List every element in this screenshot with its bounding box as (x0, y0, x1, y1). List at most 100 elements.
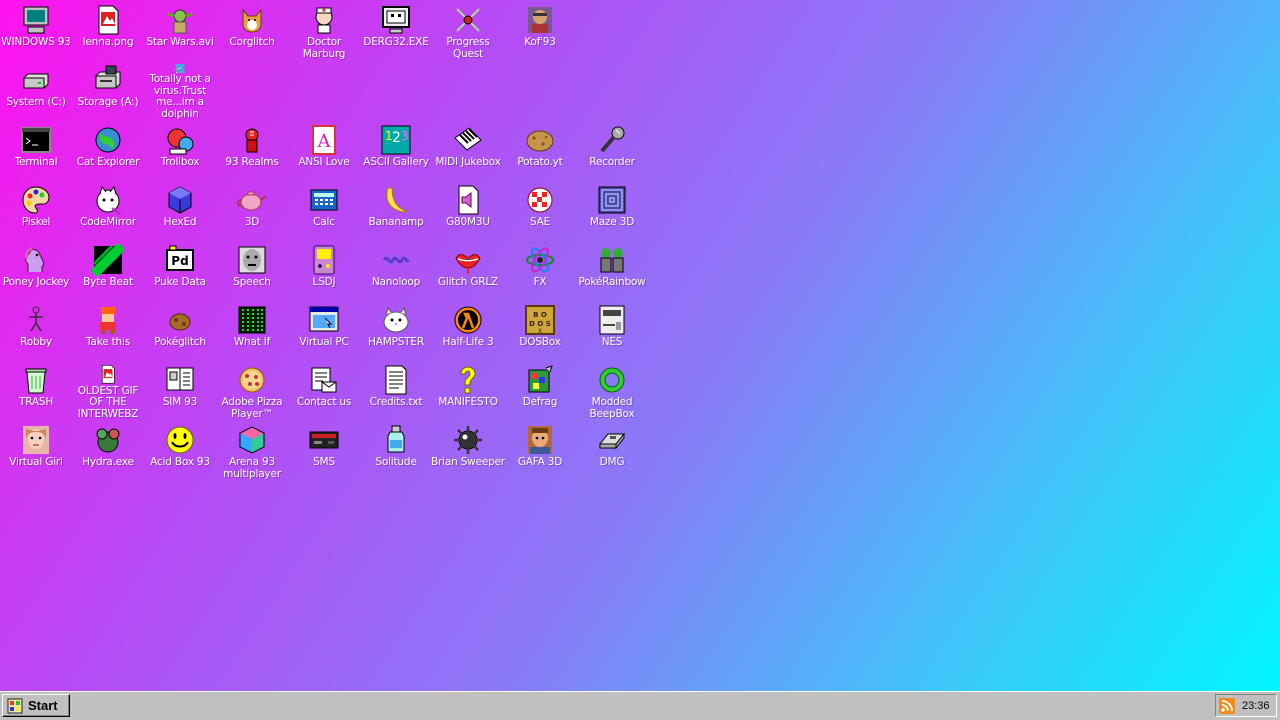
desktop-icon[interactable]: Pokéglitch (144, 300, 216, 360)
desktop-icon[interactable]: Potato.yt (504, 120, 576, 180)
desktop-icon[interactable]: Cat Explorer (72, 120, 144, 180)
desktop-icon[interactable]: Byte Beat (72, 240, 144, 300)
desktop-icon[interactable]: Adobe Pizza Player™ (216, 360, 288, 420)
desktop-icon-label: FX (533, 276, 547, 288)
desktop-icon[interactable]: HexEd (144, 180, 216, 240)
desktop-icon[interactable]: Terminal (0, 120, 72, 180)
desktop[interactable]: WINDOWS 93 lenna.png Star Wars.avi Corglitc… (0, 0, 1280, 691)
desktop-icon[interactable]: Pd Puke Data (144, 240, 216, 300)
desktop-icon[interactable]: Doctor Marburg (288, 0, 360, 60)
desktop-icon[interactable]: TRASH (0, 360, 72, 420)
banana-icon (386, 187, 409, 213)
desktop-icon-label: Progress Quest (446, 36, 490, 60)
svg-text:3: 3 (401, 129, 409, 143)
window-icon (309, 306, 339, 332)
desktop-icon[interactable]: Hydra.exe (72, 420, 144, 480)
start-button[interactable]: Start (2, 694, 70, 717)
desktop-icon[interactable]: Virtual Girl (0, 420, 72, 480)
yoda-icon (167, 9, 193, 34)
desktop-icon[interactable]: Glitch GRLZ (432, 240, 504, 300)
desktop-icon[interactable]: MANIFESTO (432, 360, 504, 420)
desktop-icon[interactable]: 93 Realms (216, 120, 288, 180)
desktop-icon[interactable]: DMG (576, 420, 648, 480)
desktop-icon-label: SAE (529, 216, 551, 228)
desktop-icon[interactable]: Poney Jockey (0, 240, 72, 300)
start-label: Start (28, 698, 58, 713)
desktop-icon[interactable]: Recorder (576, 120, 648, 180)
desktop-icon[interactable]: WINDOWS 93 (0, 0, 72, 60)
desktop-icon[interactable]: Virtual PC (288, 300, 360, 360)
desktop-icon[interactable]: Brian Sweeper (431, 420, 505, 480)
cube-icon (168, 186, 192, 214)
gafa-icon (528, 426, 552, 454)
desktop-icon[interactable]: Star Wars.avi (144, 0, 216, 60)
desktop-icon[interactable]: SIM 93 (144, 360, 216, 420)
desktop-icon[interactable]: HAMPSTER (360, 300, 432, 360)
desktop-icon-label: Calc (313, 216, 335, 228)
desktop-icon[interactable]: Solitude (360, 420, 432, 480)
desktop-icon[interactable]: lenna.png (72, 0, 144, 60)
desktop-icon[interactable]: Defrag (504, 360, 576, 420)
face-icon (238, 246, 266, 274)
gif-file-icon (101, 364, 115, 384)
desktop-icon[interactable]: Maze 3D (576, 180, 648, 240)
speaker-file-icon (458, 185, 479, 215)
desktop-icon[interactable]: Totally not a virus.Trust me...im a dolp… (144, 60, 216, 120)
desktop-icon[interactable]: LSDJ (288, 240, 360, 300)
desktop-icon[interactable]: CodeMirror (72, 180, 144, 240)
desktop-icon[interactable]: GAFA 3D (504, 420, 576, 480)
desktop-icon[interactable]: MIDI Jukebox (432, 120, 504, 180)
desktop-icon-label: What If (233, 336, 271, 348)
desktop-icon[interactable]: Progress Quest (432, 0, 504, 60)
desktop-icon[interactable]: NES (576, 300, 648, 360)
desktop-icon[interactable]: 1 2 3 ASCII Gallery (360, 120, 432, 180)
desktop-icon[interactable]: A ANSI Love (288, 120, 360, 180)
desktop-icon[interactable]: Storage (A:) (72, 60, 144, 120)
desktop-icon-label: lenna.png (82, 36, 134, 48)
desktop-icon[interactable]: Speech (216, 240, 288, 300)
desktop-icon-label: Trollbox (160, 156, 200, 168)
desktop-icon[interactable]: Robby (0, 300, 72, 360)
desktop-icon[interactable]: Kof'93 (504, 0, 576, 60)
desktop-icon-label: Recorder (589, 156, 635, 168)
rss-icon[interactable] (1219, 697, 1235, 714)
desktop-icon[interactable]: B OD O S X DOSBox (504, 300, 576, 360)
desktop-icon[interactable]: DERG32.EXE (360, 0, 432, 60)
desktop-icon[interactable]: Trollbox (144, 120, 216, 180)
hydra-icon (96, 428, 120, 453)
calculator-icon (310, 189, 338, 211)
desktop-icon[interactable]: G80M3U (432, 180, 504, 240)
desktop-icon[interactable]: Half-Life 3 (432, 300, 504, 360)
desktop-icon[interactable]: Nanoloop (360, 240, 432, 300)
desktop-icon-label: MANIFESTO (438, 396, 498, 408)
desktop-icon[interactable]: Acid Box 93 (144, 420, 216, 480)
corgi-icon (242, 8, 262, 33)
desktop-icon[interactable]: Take this (72, 300, 144, 360)
dolphin-icon (175, 64, 185, 73)
desktop-icon[interactable]: Arena 93 multiplayer (216, 420, 288, 480)
desktop-icon[interactable]: PokéRainbow (576, 240, 648, 300)
desktop-icon[interactable]: What If (216, 300, 288, 360)
desktop-icon[interactable]: Calc (288, 180, 360, 240)
desktop-icon-label: Kof'93 (524, 36, 556, 48)
chat-icon (167, 128, 194, 155)
desktop-icon-label: Half-Life 3 (442, 336, 494, 348)
desktop-icon[interactable]: Contact us (288, 360, 360, 420)
desktop-icon[interactable]: Credits.txt (360, 360, 432, 420)
desktop-icon[interactable]: Bananamp (360, 180, 432, 240)
desktop-icon[interactable]: Piskel (0, 180, 72, 240)
desktop-icon[interactable]: 3D (216, 180, 288, 240)
mine-icon (454, 426, 482, 454)
desktop-icon[interactable]: OLDEST GIF OF THE INTERWEBZ (72, 360, 144, 420)
desktop-icon[interactable]: Corglitch (216, 0, 288, 60)
dosbox-icon: B OD O SX (525, 305, 555, 335)
desktop-icon[interactable]: FX (504, 240, 576, 300)
desktop-icon[interactable]: SMS (288, 420, 360, 480)
desktop-icon-label: SIM 93 (162, 396, 198, 408)
doctor-icon (315, 7, 333, 34)
desktop-icon[interactable]: System (C:) (0, 60, 72, 120)
desktop-icon[interactable]: SAE (504, 180, 576, 240)
desktop-icon[interactable]: Modded BeepBox (576, 360, 648, 420)
svg-text:2: 2 (392, 130, 401, 146)
gameboy-icon (313, 245, 335, 275)
